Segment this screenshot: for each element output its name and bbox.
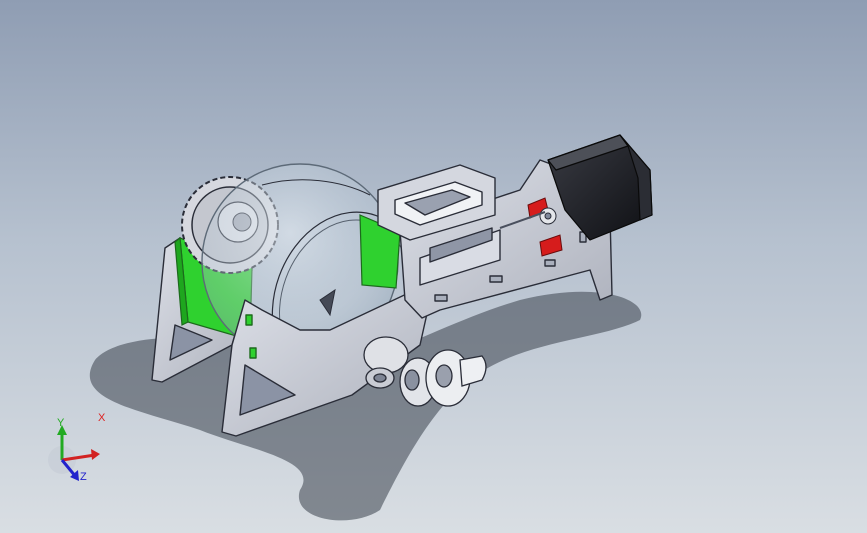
y-axis-label: Y: [57, 417, 65, 429]
triad-axes-icon: [48, 425, 100, 481]
x-axis-label: X: [98, 412, 106, 424]
assembly-model[interactable]: [0, 0, 867, 533]
coordinate-triad: X Y Z: [40, 412, 110, 495]
cad-viewport[interactable]: X Y Z: [0, 0, 867, 533]
z-axis-label: Z: [80, 471, 87, 483]
